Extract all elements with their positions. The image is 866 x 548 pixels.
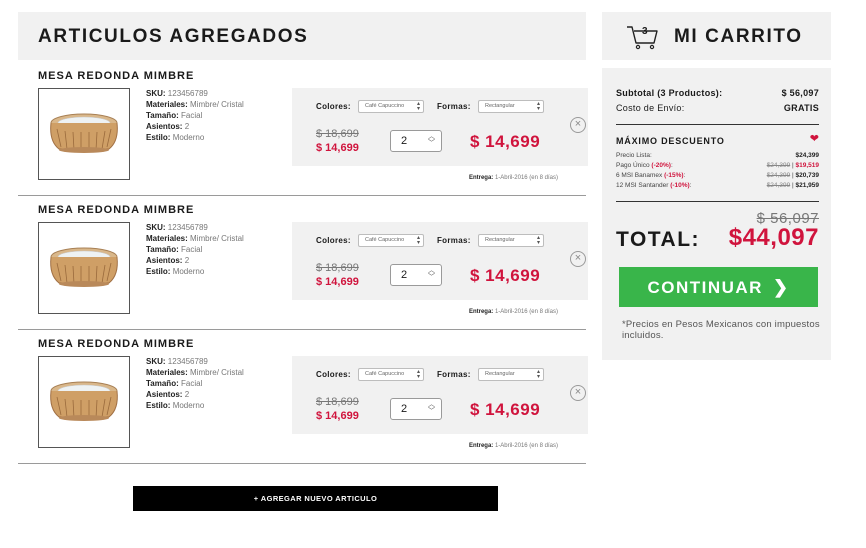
sku: 123456789 bbox=[167, 89, 208, 98]
select-arrows-icon: ▴ ▾ bbox=[536, 101, 540, 112]
line-total: $ 14,699 bbox=[470, 266, 541, 285]
select-arrows-icon: ▴ ▾ bbox=[416, 369, 420, 380]
unit-price: $ 14,699 bbox=[316, 142, 359, 154]
total-value: $44,097 bbox=[728, 224, 819, 251]
materials: Mimbre/ Cristal bbox=[190, 368, 244, 377]
line-total: $ 14,699 bbox=[470, 400, 541, 419]
chevron-right-icon: ❯ bbox=[772, 277, 790, 297]
size: Facial bbox=[180, 379, 203, 388]
stepper-arrows-icon: ︿ ﹀ bbox=[428, 401, 435, 415]
cart-item: MESA REDONDA MIMBRE SKU: 123456789 Mater… bbox=[18, 64, 588, 196]
remove-item-button[interactable]: × bbox=[570, 117, 586, 133]
shipping-value: GRATIS bbox=[783, 103, 819, 113]
continue-button[interactable]: CONTINUAR ❯ bbox=[619, 267, 818, 307]
items-title: ARTICULOS AGREGADOS bbox=[38, 26, 309, 47]
select-arrows-icon: ▴ ▾ bbox=[536, 235, 540, 246]
subtotal-value: $ 56,097 bbox=[781, 88, 819, 98]
item-options-panel: Colores: Café Capuccino ▴ ▾ Formas: Rectan… bbox=[292, 222, 588, 300]
item-specs: SKU: 123456789 Materiales: Mimbre/ Crist… bbox=[146, 357, 244, 410]
unit-price: $ 14,699 bbox=[316, 276, 359, 288]
old-price: $ 18,699 bbox=[316, 262, 359, 274]
quantity-stepper[interactable]: 2 ︿ ﹀ bbox=[390, 130, 442, 152]
unit-price: $ 14,699 bbox=[316, 410, 359, 422]
shapes-label: Formas: bbox=[437, 370, 471, 379]
shapes-label: Formas: bbox=[437, 102, 471, 111]
size: Facial bbox=[180, 245, 203, 254]
product-image[interactable] bbox=[38, 88, 130, 180]
select-arrows-icon: ▴ ▾ bbox=[416, 235, 420, 246]
list-price-row: Precio Lista: $24,399 bbox=[616, 152, 819, 159]
shipping-row: Costo de Envío: GRATIS bbox=[616, 103, 819, 113]
item-name: MESA REDONDA MIMBRE bbox=[38, 204, 195, 216]
order-summary: Subtotal (3 Productos): $ 56,097 Costo d… bbox=[602, 68, 831, 360]
shape-select[interactable]: Rectangular ▴ ▾ bbox=[478, 234, 544, 247]
style: Moderno bbox=[172, 401, 205, 410]
style: Moderno bbox=[172, 267, 205, 276]
price-note: *Precios en Pesos Mexicanos con impuesto… bbox=[622, 319, 820, 341]
divider bbox=[616, 201, 819, 202]
color-select[interactable]: Café Capuccino ▴ ▾ bbox=[358, 368, 424, 381]
cart-header: 3 MI CARRITO bbox=[602, 12, 831, 60]
cart-count: 3 bbox=[642, 26, 648, 37]
discount-row: 6 MSI Banamex (-15%): $24,399 | $20,739 bbox=[616, 172, 819, 179]
delivery-info: Entrega: 1-Abril-2016 (en 8 días) bbox=[468, 175, 558, 181]
quantity-stepper[interactable]: 2 ︿ ﹀ bbox=[390, 264, 442, 286]
select-arrows-icon: ▴ ▾ bbox=[416, 101, 420, 112]
product-image[interactable] bbox=[38, 356, 130, 448]
old-price: $ 18,699 bbox=[316, 128, 359, 140]
cart-title: MI CARRITO bbox=[674, 26, 803, 47]
add-new-item-button[interactable]: + AGREGAR NUEVO ARTICULO bbox=[133, 486, 498, 511]
quantity-stepper[interactable]: 2 ︿ ﹀ bbox=[390, 398, 442, 420]
size: Facial bbox=[180, 111, 203, 120]
item-name: MESA REDONDA MIMBRE bbox=[38, 70, 195, 82]
discount-row: 12 MSI Santander (-10%): $24,399 | $21,9… bbox=[616, 182, 819, 189]
materials: Mimbre/ Cristal bbox=[190, 100, 244, 109]
item-options-panel: Colores: Café Capuccino ▴ ▾ Formas: Rectan… bbox=[292, 356, 588, 434]
item-specs: SKU: 123456789 Materiales: Mimbre/ Crist… bbox=[146, 223, 244, 276]
item-options-panel: Colores: Café Capuccino ▴ ▾ Formas: Rectan… bbox=[292, 88, 588, 166]
delivery-info: Entrega: 1-Abril-2016 (en 8 días) bbox=[468, 309, 558, 315]
remove-item-button[interactable]: × bbox=[570, 385, 586, 401]
product-image[interactable] bbox=[38, 222, 130, 314]
stepper-arrows-icon: ︿ ﹀ bbox=[428, 133, 435, 147]
sku: 123456789 bbox=[167, 357, 208, 366]
heart-icon[interactable]: ❤ bbox=[810, 132, 819, 145]
color-select[interactable]: Café Capuccino ▴ ▾ bbox=[358, 234, 424, 247]
item-specs: SKU: 123456789 Materiales: Mimbre/ Crist… bbox=[146, 89, 244, 142]
stepper-arrows-icon: ︿ ﹀ bbox=[428, 267, 435, 281]
discount-row: Pago Único (-20%): $24,399 | $19,519 bbox=[616, 162, 819, 169]
sku: 123456789 bbox=[167, 223, 208, 232]
line-total: $ 14,699 bbox=[470, 132, 541, 151]
divider bbox=[616, 124, 819, 125]
shapes-label: Formas: bbox=[437, 236, 471, 245]
style: Moderno bbox=[172, 133, 205, 142]
remove-item-button[interactable]: × bbox=[570, 251, 586, 267]
max-discount-title: MÁXIMO DESCUENTO bbox=[616, 136, 725, 146]
shape-select[interactable]: Rectangular ▴ ▾ bbox=[478, 100, 544, 113]
color-select[interactable]: Café Capuccino ▴ ▾ bbox=[358, 100, 424, 113]
seats: 2 bbox=[184, 256, 190, 265]
cart-item: MESA REDONDA MIMBRE SKU: 123456789 Mater… bbox=[18, 332, 588, 464]
colors-label: Colores: bbox=[316, 370, 351, 379]
item-name: MESA REDONDA MIMBRE bbox=[38, 338, 195, 350]
select-arrows-icon: ▴ ▾ bbox=[536, 369, 540, 380]
old-price: $ 18,699 bbox=[316, 396, 359, 408]
total-label: TOTAL: bbox=[616, 228, 701, 251]
delivery-info: Entrega: 1-Abril-2016 (en 8 días) bbox=[468, 443, 558, 449]
items-header: ARTICULOS AGREGADOS bbox=[18, 12, 586, 60]
colors-label: Colores: bbox=[316, 236, 351, 245]
subtotal-row: Subtotal (3 Productos): $ 56,097 bbox=[616, 88, 819, 98]
seats: 2 bbox=[184, 390, 190, 399]
shape-select[interactable]: Rectangular ▴ ▾ bbox=[478, 368, 544, 381]
seats: 2 bbox=[184, 122, 190, 131]
colors-label: Colores: bbox=[316, 102, 351, 111]
cart-item: MESA REDONDA MIMBRE SKU: 123456789 Mater… bbox=[18, 198, 588, 330]
materials: Mimbre/ Cristal bbox=[190, 234, 244, 243]
